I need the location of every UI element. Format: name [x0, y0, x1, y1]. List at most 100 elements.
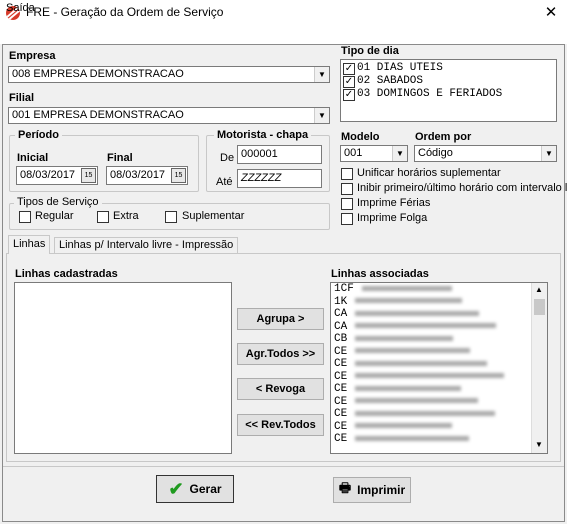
modelo-value: 001: [344, 147, 363, 159]
motorista-de-value: 000001: [241, 148, 278, 160]
linhas-associadas-list[interactable]: 1CF 1K CA CA CB CE CE CE CE CE CE CE CE: [330, 282, 548, 454]
blurred-description: [355, 385, 462, 391]
line-code: CE: [334, 420, 348, 433]
chevron-down-icon[interactable]: ▼: [392, 146, 407, 161]
folga-checkbox[interactable]: [341, 213, 353, 225]
empresa-value: 008 EMPRESA DEMONSTRACAO: [12, 68, 184, 80]
inibir-label: Inibir primeiro/último horário com inter…: [357, 182, 567, 194]
window-title: FRE - Geração da Ordem de Serviço: [26, 5, 224, 19]
imprimir-label: Imprimir: [357, 483, 406, 497]
line-code: 1K: [334, 295, 348, 308]
folga-label: Imprime Folga: [357, 212, 428, 224]
blurred-description: [355, 410, 496, 416]
suplementar-checkbox[interactable]: [165, 211, 177, 223]
revoga-todos-button[interactable]: << Rev.Todos: [237, 414, 324, 436]
motorista-de-field[interactable]: 000001: [237, 145, 322, 164]
calendar-icon[interactable]: 15: [171, 168, 186, 183]
tipo-dia-item: 03 DOMINGOS E FERIADOS: [357, 88, 503, 100]
unificar-checkbox[interactable]: [341, 168, 353, 180]
empresa-select[interactable]: 008 EMPRESA DEMONSTRACAO: [8, 66, 330, 83]
divider: [3, 466, 564, 467]
motorista-label: Motorista - chapa: [214, 129, 312, 141]
tab-intervalo-livre[interactable]: Linhas p/ Intervalo livre - Impressão: [54, 237, 239, 253]
inibir-checkbox[interactable]: [341, 183, 353, 195]
regular-label: Regular: [35, 210, 74, 222]
line-code: CA: [334, 308, 348, 320]
tab-linhas[interactable]: Linhas: [8, 235, 51, 254]
list-item[interactable]: CE: [331, 396, 547, 409]
final-label: Final: [107, 152, 133, 164]
list-item[interactable]: CE: [331, 371, 547, 384]
line-code: CE: [334, 358, 348, 370]
extra-checkbox[interactable]: [97, 211, 109, 223]
revoga-button[interactable]: < Revoga: [237, 378, 324, 400]
list-item[interactable]: 1CF: [331, 283, 547, 296]
list-item[interactable]: 1K: [331, 296, 547, 309]
ferias-checkbox[interactable]: [341, 198, 353, 210]
blurred-description: [355, 373, 505, 379]
inicial-label: Inicial: [17, 152, 49, 164]
scroll-thumb[interactable]: [534, 299, 545, 315]
line-code: CA: [334, 320, 348, 333]
list-item[interactable]: CE: [331, 358, 547, 371]
blurred-description: [355, 298, 463, 304]
menu-item-saida[interactable]: Saída: [6, 2, 35, 14]
tipo-dia-checkbox-2[interactable]: ✓: [343, 76, 355, 88]
unificar-label: Unificar horários suplementar: [357, 167, 501, 179]
chevron-down-icon[interactable]: ▼: [314, 108, 329, 123]
line-code: CE: [334, 433, 348, 445]
linhas-associadas-label: Linhas associadas: [331, 268, 429, 280]
list-item[interactable]: CA: [331, 308, 547, 321]
tipo-dia-label: Tipo de dia: [341, 45, 399, 57]
printer-icon: 🖶: [338, 480, 352, 495]
calendar-icon[interactable]: 15: [81, 168, 96, 183]
gerar-label: Gerar: [189, 482, 222, 496]
line-code: 1CF: [334, 283, 354, 295]
scroll-up-icon[interactable]: ▲: [535, 285, 543, 294]
blurred-description: [355, 335, 454, 341]
ferias-label: Imprime Férias: [357, 197, 431, 209]
close-icon[interactable]: ✕: [541, 3, 561, 21]
blurred-description: [355, 423, 453, 429]
blurred-description: [355, 310, 480, 316]
line-code: CB: [334, 333, 348, 345]
tipo-dia-checkbox-1[interactable]: ✓: [343, 63, 355, 75]
line-code: CE: [334, 383, 348, 395]
chevron-down-icon[interactable]: ▼: [314, 67, 329, 82]
blurred-description: [361, 285, 452, 291]
imprimir-button[interactable]: 🖶 Imprimir: [333, 477, 411, 503]
check-icon: ✔: [168, 478, 184, 499]
motorista-ate-field[interactable]: ZZZZZZ: [237, 169, 322, 188]
chevron-down-icon[interactable]: ▼: [541, 146, 556, 161]
list-item[interactable]: CE: [331, 346, 547, 359]
linhas-associadas-rows: 1CF 1K CA CA CB CE CE CE CE CE CE CE CE: [331, 283, 547, 446]
blurred-description: [355, 348, 471, 354]
list-item[interactable]: CE: [331, 433, 547, 446]
list-item[interactable]: CE: [331, 421, 547, 434]
list-item[interactable]: CE: [331, 383, 547, 396]
final-date-value: 08/03/2017: [110, 169, 166, 181]
blurred-description: [355, 435, 470, 441]
line-code: CE: [334, 408, 348, 420]
blurred-description: [355, 323, 497, 329]
list-item[interactable]: CA: [331, 321, 547, 334]
motorista-ate-value: ZZZZZZ: [241, 172, 282, 184]
line-code: CE: [334, 395, 348, 408]
list-item[interactable]: CB: [331, 333, 547, 346]
suplementar-label: Suplementar: [182, 210, 245, 222]
line-code: CE: [334, 345, 348, 358]
agrupa-button[interactable]: Agrupa >: [237, 308, 324, 330]
gerar-button[interactable]: ✔ Gerar: [156, 475, 234, 503]
filial-select[interactable]: 001 EMPRESA DEMONSTRACAO: [8, 107, 330, 124]
agrupa-todos-button[interactable]: Agr.Todos >>: [237, 343, 324, 365]
scrollbar[interactable]: ▲ ▼: [531, 283, 547, 453]
scroll-down-icon[interactable]: ▼: [535, 440, 543, 449]
list-item[interactable]: CE: [331, 408, 547, 421]
modelo-label: Modelo: [341, 131, 380, 143]
linhas-cadastradas-list[interactable]: [14, 282, 232, 454]
tipo-dia-checkbox-3[interactable]: ✓: [343, 89, 355, 101]
blurred-description: [355, 398, 479, 404]
regular-checkbox[interactable]: [19, 211, 31, 223]
filial-label: Filial: [9, 92, 35, 104]
ordem-select[interactable]: Código: [414, 145, 557, 162]
